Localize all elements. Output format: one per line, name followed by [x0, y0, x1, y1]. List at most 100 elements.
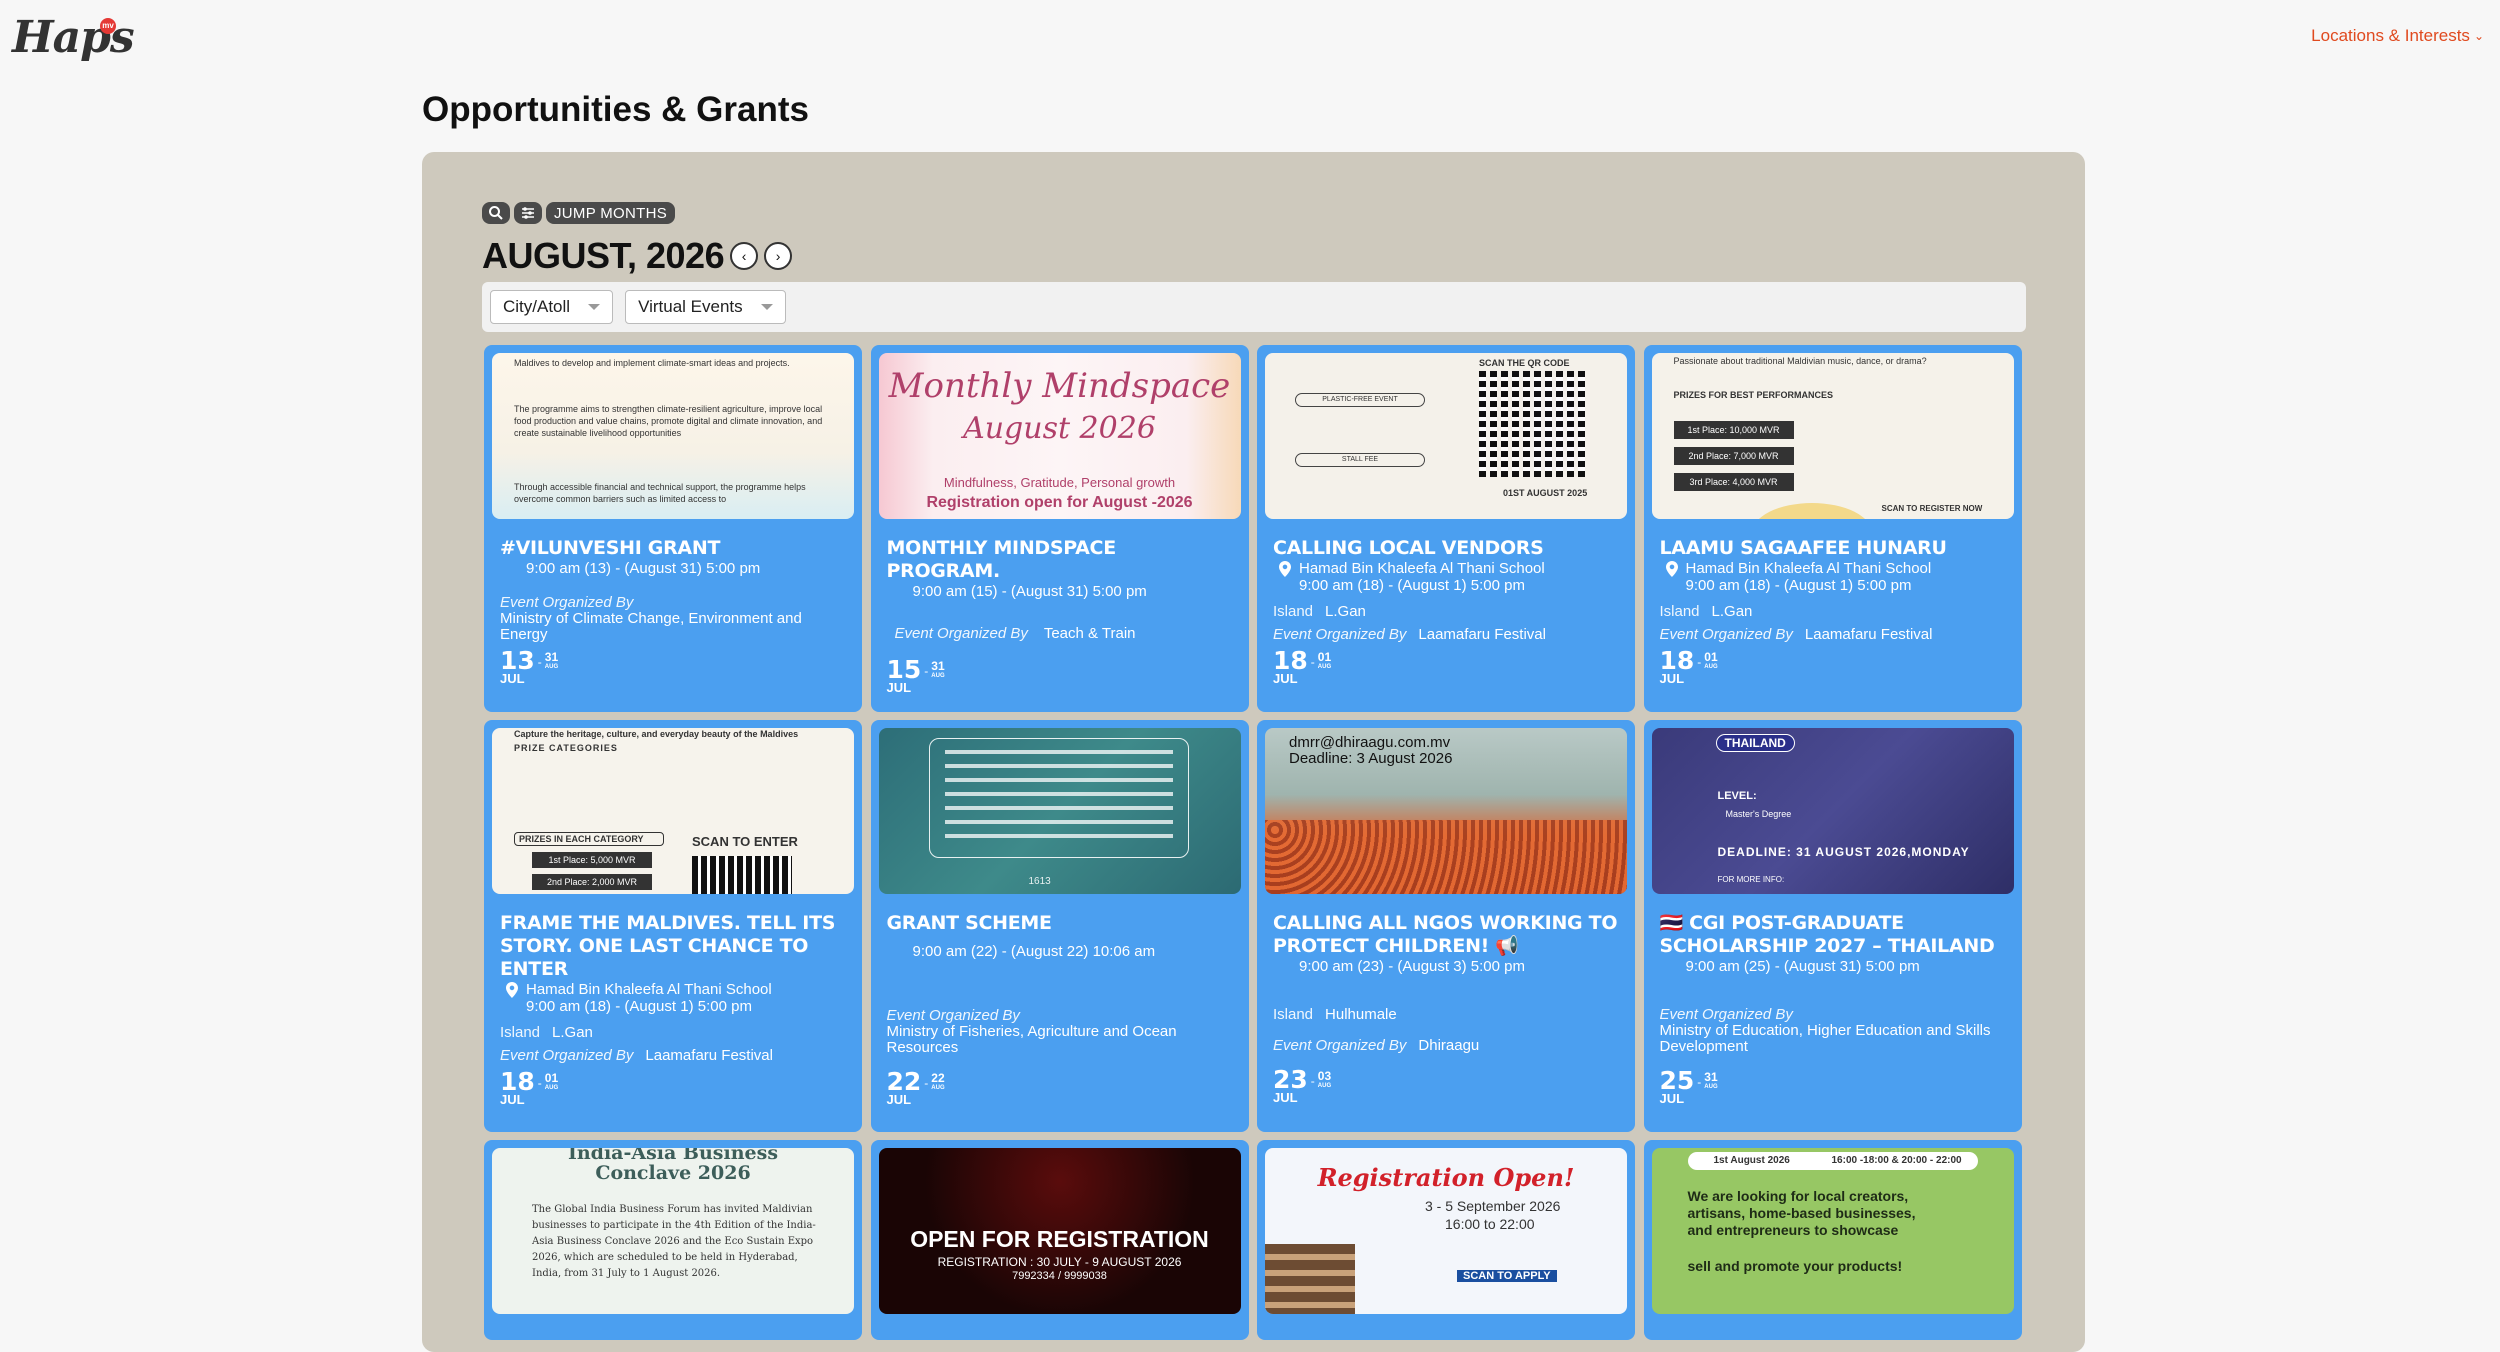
next-month-button[interactable]: › — [764, 242, 793, 270]
thumb-text: SCAN TO APPLY — [1457, 1270, 1557, 1282]
filter-button[interactable] — [514, 202, 542, 224]
city-atoll-dropdown[interactable]: City/Atoll — [490, 290, 614, 324]
search-button[interactable] — [482, 202, 510, 224]
organizer-name: Laamafaru Festival — [645, 1047, 773, 1064]
virtual-events-dropdown[interactable]: Virtual Events — [625, 290, 786, 324]
event-thumbnail: PLASTIC-FREE EVENT STALL FEE SCAN THE QR… — [1265, 353, 1627, 519]
end-month: AUG — [1704, 664, 1718, 670]
start-day: 18 — [1273, 646, 1308, 675]
event-card[interactable]: PLASTIC-FREE EVENT STALL FEE SCAN THE QR… — [1257, 345, 1635, 712]
event-thumbnail: THAILAND LEVEL: Master's Degree DEADLINE… — [1651, 728, 2014, 894]
qr-code-icon — [692, 856, 792, 894]
location-pin-icon — [1279, 561, 1291, 577]
end-month: AUG — [931, 1085, 945, 1091]
location-pin-icon — [506, 982, 518, 998]
event-dates: 18 JUL - 01 AUG — [1273, 646, 1332, 686]
organizer-row: Event Organized By Laamafaru Festival — [1660, 626, 2006, 643]
thumb-text: DEADLINE: 31 AUGUST 2026,MONDAY — [1717, 845, 1970, 859]
thumb-text: PRIZE CATEGORIES — [514, 743, 618, 753]
thumb-text: 2nd Place: 7,000 MVR — [1673, 447, 1794, 465]
event-card[interactable]: India-Asia Business Conclave 2026 The Gl… — [484, 1140, 862, 1340]
thumb-text: Passionate about traditional Maldivian m… — [1673, 356, 1927, 366]
thumb-text: 1st Place: 10,000 MVR — [1673, 421, 1794, 439]
event-title: GRANT SCHEME — [886, 912, 1053, 934]
thumb-text: 3rd Place: 4,000 MVR — [1673, 473, 1794, 491]
island-name: L.Gan — [1711, 603, 1753, 620]
island-label: Island — [1273, 1006, 1314, 1023]
event-card[interactable]: Maldives to develop and implement climat… — [484, 345, 862, 712]
event-thumbnail: Monthly Mindspace August 2026 Mindfulnes… — [878, 353, 1241, 519]
organizer-name: Ministry of Education, Higher Education … — [1659, 1022, 1991, 1055]
event-thumbnail: Passionate about traditional Maldivian m… — [1651, 353, 2014, 519]
event-card[interactable]: THAILAND LEVEL: Master's Degree DEADLINE… — [1643, 720, 2022, 1132]
event-card[interactable]: 1st August 2026 16:00 -18:00 & 20:00 - 2… — [1643, 1140, 2022, 1340]
month-header: AUGUST, 2026 ‹ › — [482, 235, 793, 277]
event-title: CALLING LOCAL VENDORS — [1273, 537, 1544, 559]
haps-logo[interactable]: Haps mv — [12, 12, 135, 63]
island-row: Island L.Gan — [1660, 603, 2006, 620]
logo-badge: mv — [100, 18, 116, 34]
thumb-text: 01ST AUGUST 2025 — [1503, 488, 1588, 498]
event-dates: 18 JUL - 01 AUG — [1659, 646, 1718, 686]
island-label: Island — [1659, 603, 1700, 620]
thumb-text: 7992334 / 9999038 — [1012, 1270, 1107, 1282]
books-image — [1265, 1244, 1355, 1314]
event-card[interactable]: 1613 GRANT SCHEME 9:00 am (22) - (August… — [870, 720, 1249, 1132]
event-thumbnail: Capture the heritage, culture, and every… — [492, 728, 854, 894]
organizer-label: Event Organized By — [894, 625, 1028, 642]
decorative-circle — [1751, 503, 1872, 519]
virtual-events-label: Virtual Events — [638, 297, 743, 316]
thumb-text: Registration Open! — [1317, 1163, 1575, 1192]
thumb-text: OPEN FOR REGISTRATION — [910, 1226, 1209, 1252]
event-dates: 22 JUL - 22 AUG — [886, 1067, 945, 1107]
end-day: 03 — [1317, 1069, 1332, 1083]
locations-interests-menu[interactable]: Locations & Interests ⌄ — [2311, 26, 2484, 46]
thumb-text: Monthly Mindspace — [888, 366, 1231, 406]
event-card[interactable]: Passionate about traditional Maldivian m… — [1643, 345, 2022, 712]
jump-months-button[interactable]: JUMP MONTHS — [546, 202, 676, 224]
thumb-text: 16:00 -18:00 & 20:00 - 22:00 — [1831, 1155, 1962, 1166]
thumb-text: Deadline: 3 August 2026 — [1289, 750, 1453, 767]
crowd-photo — [1265, 820, 1627, 894]
event-title: #VILUNVESHI GRANT — [500, 537, 721, 559]
event-card[interactable]: Monthly Mindspace August 2026 Mindfulnes… — [870, 345, 1249, 712]
start-day: 18 — [500, 1067, 535, 1096]
end-day: 01 — [1704, 650, 1718, 664]
island-name: Hulhumale — [1325, 1006, 1397, 1023]
arabic-text-lines — [944, 750, 1173, 846]
organizer-name: Ministry of Climate Change, Environment … — [500, 610, 802, 643]
caret-down-icon — [760, 304, 773, 310]
thumb-text: 1613 — [1028, 876, 1051, 887]
end-day: 22 — [931, 1071, 945, 1085]
event-location: Hamad Bin Khaleefa Al Thani School — [506, 981, 846, 998]
event-thumbnail: Maldives to develop and implement climat… — [492, 353, 854, 519]
thumb-text: SCAN THE QR CODE — [1479, 358, 1570, 368]
island-name: L.Gan — [552, 1024, 593, 1041]
thumb-text: Master's Degree — [1725, 809, 1792, 819]
event-card[interactable]: Capture the heritage, culture, and every… — [484, 720, 862, 1132]
organizer-name: Laamafaru Festival — [1804, 626, 1933, 643]
chevron-right-icon: › — [775, 248, 781, 264]
event-time: 9:00 am (22) - (August 22) 10:06 am — [912, 943, 1156, 960]
thumb-text: LEVEL: — [1717, 790, 1757, 802]
event-card[interactable]: OPEN FOR REGISTRATION REGISTRATION : 30 … — [870, 1140, 1249, 1340]
island-row: Island L.Gan — [500, 1024, 846, 1041]
thumb-text: Through accessible financial and technic… — [514, 482, 806, 504]
start-day: 23 — [1273, 1065, 1308, 1094]
event-dates: 25 JUL - 31 AUG — [1659, 1066, 1718, 1106]
event-card[interactable]: dmrr@dhiraagu.com.mv Deadline: 3 August … — [1257, 720, 1635, 1132]
thumb-text: Mindfulness, Gratitude, Personal growth — [943, 475, 1176, 490]
island-label: Island — [500, 1024, 541, 1041]
events-grid: Maldives to develop and implement climat… — [484, 345, 2024, 1340]
thumb-text: 3 - 5 September 2026 — [1425, 1198, 1561, 1214]
event-card[interactable]: Registration Open! 3 - 5 September 2026 … — [1257, 1140, 1635, 1340]
thumb-text: SCAN TO REGISTER NOW — [1881, 504, 1983, 513]
organizer-label: Event Organized By — [1273, 1037, 1407, 1054]
event-location: Hamad Bin Khaleefa Al Thani School — [1665, 560, 2006, 577]
end-day: 01 — [1317, 650, 1332, 664]
location-name: Hamad Bin Khaleefa Al Thani School — [1299, 560, 1545, 577]
prev-month-button[interactable]: ‹ — [730, 242, 759, 270]
caret-down-icon — [588, 304, 601, 310]
start-day: 13 — [500, 646, 535, 675]
end-day: 31 — [931, 659, 945, 673]
